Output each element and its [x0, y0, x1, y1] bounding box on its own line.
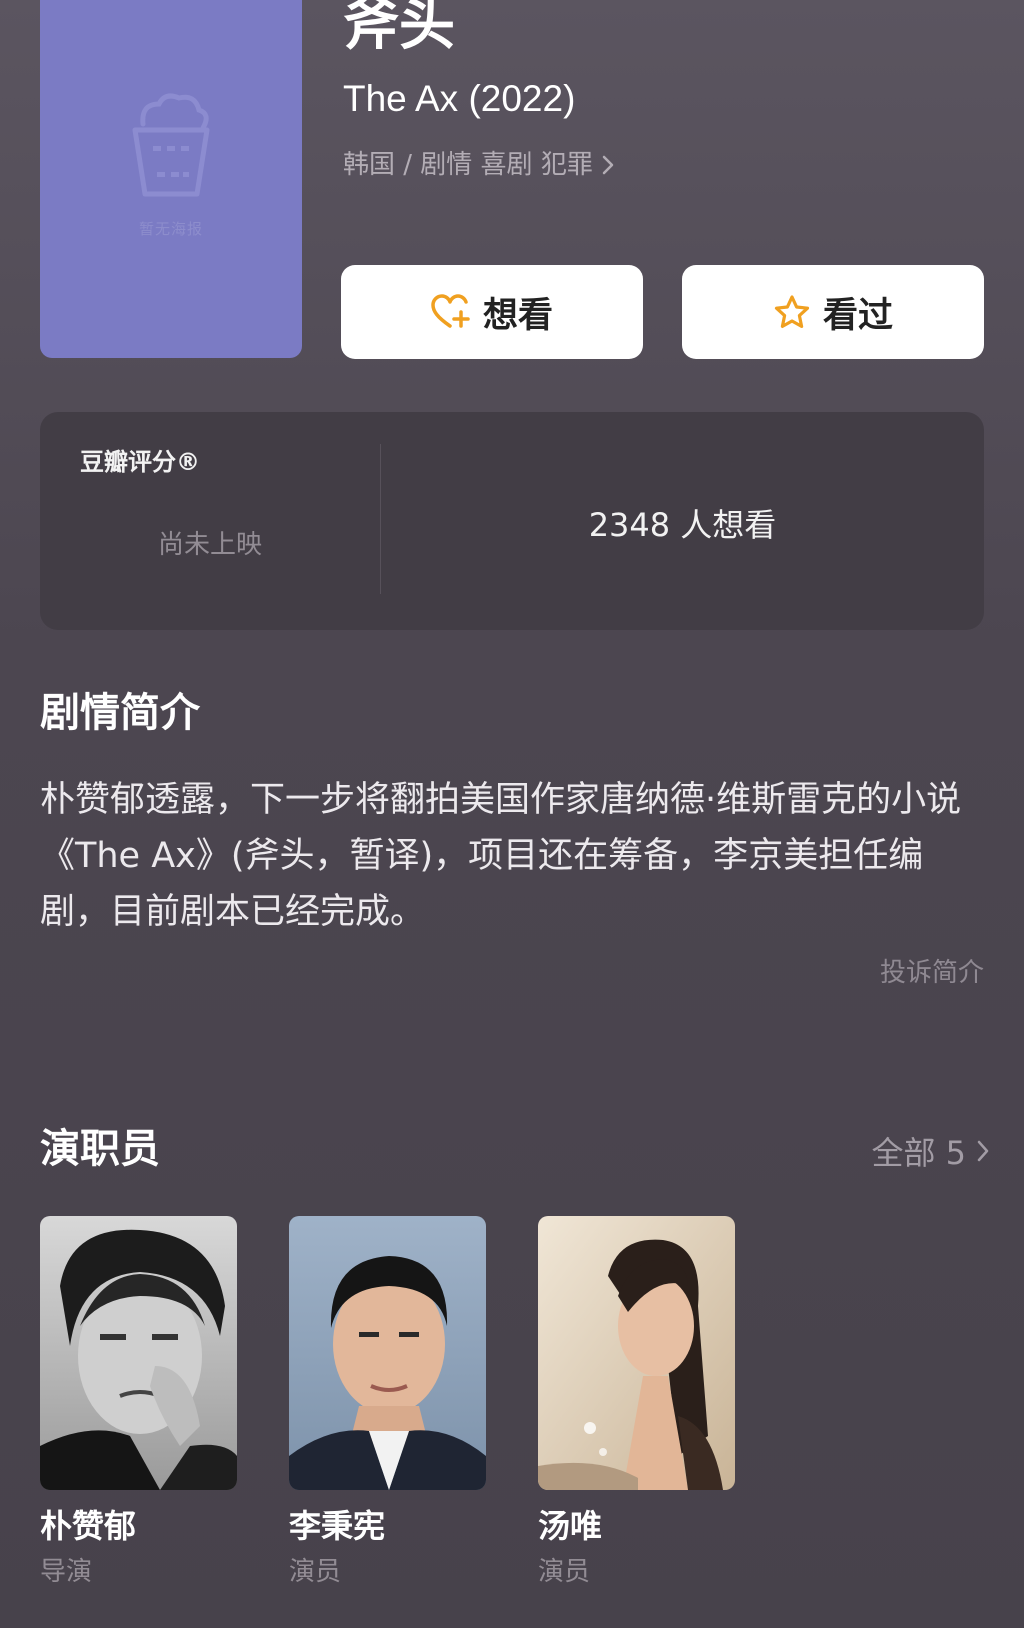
poster-placeholder[interactable]: 暂无海报: [40, 0, 302, 358]
rating-panel: 豆瓣评分® 尚未上映 2348 人想看: [40, 412, 984, 630]
cast-card[interactable]: 李秉宪 演员: [289, 1216, 486, 1588]
cast-heading: 演职员: [40, 1126, 160, 1172]
heart-plus-icon: [431, 294, 470, 328]
rating-label: 豆瓣评分®: [80, 448, 200, 476]
movie-subtitle: The Ax (2022): [343, 78, 576, 119]
want-to-watch-button[interactable]: 想看: [341, 265, 643, 359]
chevron-right-icon: [602, 155, 614, 175]
cast-role: 导演: [40, 1557, 93, 1587]
complain-synopsis-link[interactable]: 投诉简介: [880, 952, 984, 989]
poster-caption: 暂无海报: [138, 219, 203, 238]
cast-photo: [538, 1216, 735, 1490]
cast-all-link[interactable]: 全部 5: [871, 1128, 990, 1174]
cast-photo: [40, 1216, 237, 1490]
cast-card[interactable]: 汤唯 演员: [538, 1216, 735, 1588]
popcorn-icon: [132, 93, 210, 196]
watched-label: 看过: [822, 295, 893, 336]
movie-meta-link[interactable]: 韩国 / 剧情 喜剧 犯罪: [343, 148, 615, 182]
star-icon: [774, 295, 810, 328]
cast-name: 李秉宪: [289, 1507, 386, 1545]
watched-button[interactable]: 看过: [682, 265, 984, 359]
wish-count: 2348 人想看: [588, 506, 777, 544]
cast-name: 朴赞郁: [40, 1507, 137, 1545]
cast-all-label: 全部 5: [871, 1134, 966, 1172]
synopsis-text: 朴赞郁透露，下一步将翻拍美国作家唐纳德·维斯雷克的小说《The Ax》(斧头，暂…: [40, 780, 962, 932]
chevron-right-icon: [977, 1140, 989, 1162]
cast-card[interactable]: 朴赞郁 导演: [40, 1216, 237, 1588]
movie-meta-text: 韩国 / 剧情 喜剧 犯罪: [343, 150, 593, 180]
synopsis-heading: 剧情简介: [40, 690, 200, 736]
movie-title: 斧头: [343, 0, 455, 58]
cast-role: 演员: [289, 1557, 342, 1587]
want-to-watch-label: 想看: [482, 295, 553, 336]
cast-role: 演员: [538, 1557, 591, 1587]
cast-photo: [289, 1216, 486, 1490]
cast-name: 汤唯: [538, 1507, 603, 1545]
rating-status: 尚未上映: [157, 530, 262, 560]
